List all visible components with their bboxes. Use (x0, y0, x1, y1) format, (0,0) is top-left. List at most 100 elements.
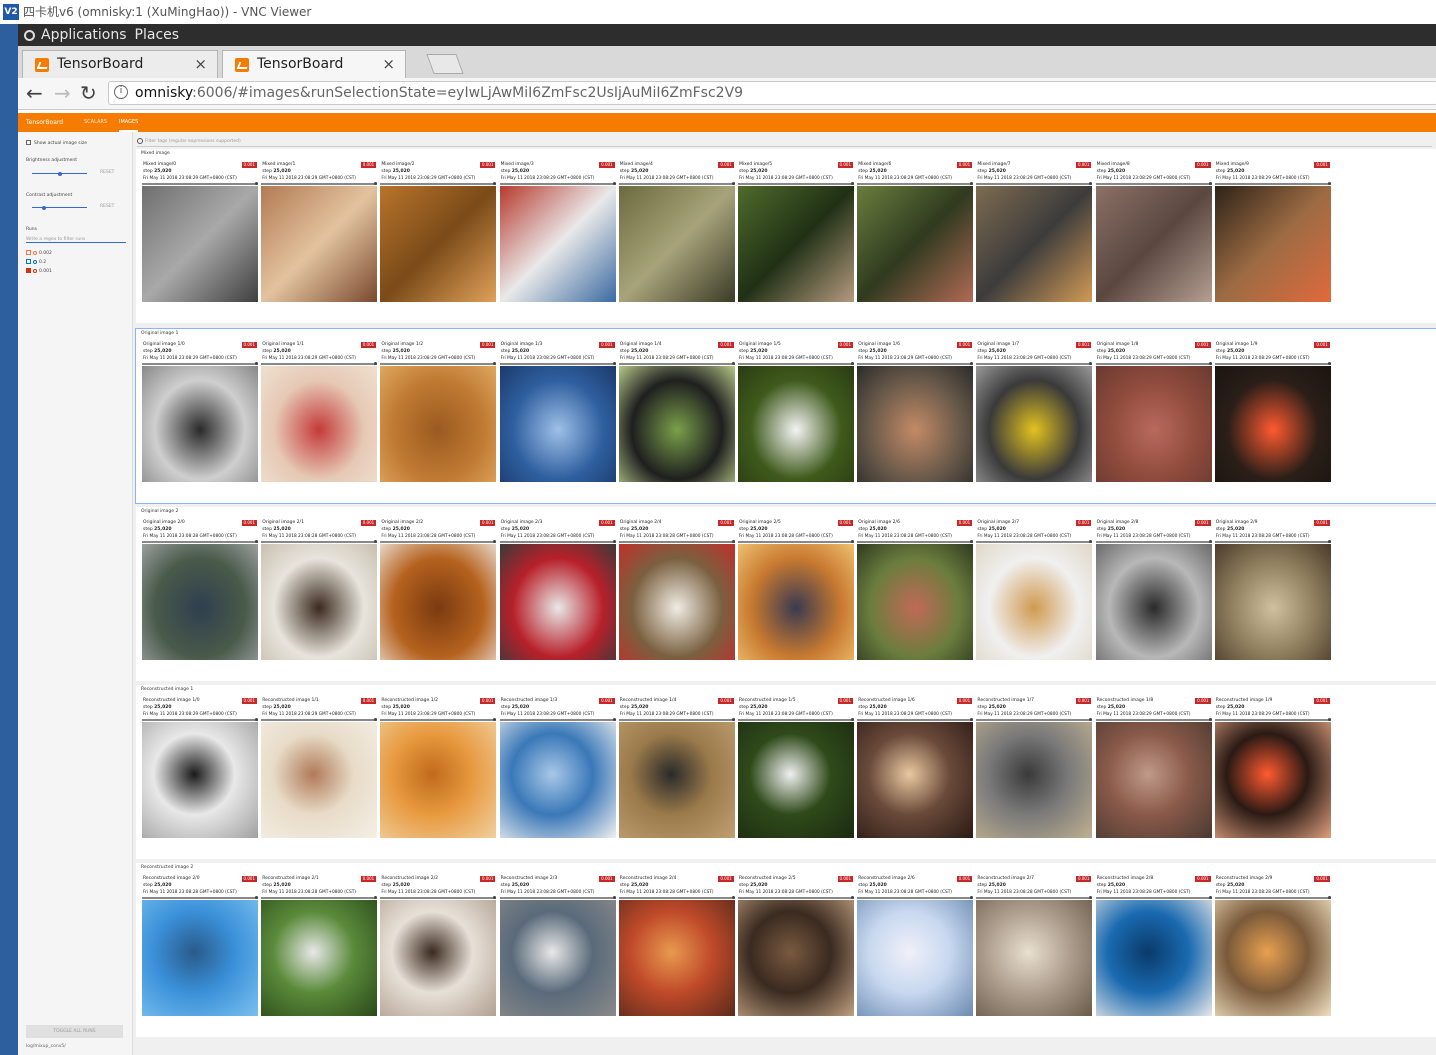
image-thumbnail[interactable] (857, 366, 974, 482)
image-thumbnail[interactable] (499, 366, 616, 482)
step-slider[interactable] (618, 718, 735, 721)
image-thumbnail[interactable] (738, 544, 854, 660)
image-thumbnail[interactable] (738, 366, 854, 482)
image-thumbnail[interactable] (1214, 722, 1331, 838)
image-thumbnail[interactable] (857, 722, 974, 838)
image-thumbnail[interactable] (261, 900, 378, 1016)
step-slider[interactable] (380, 182, 497, 185)
contrast-slider-knob[interactable] (42, 205, 46, 210)
contrast-reset-button[interactable]: RESET (100, 204, 114, 209)
step-slider[interactable] (618, 362, 735, 365)
step-slider[interactable] (976, 182, 1093, 185)
info-icon[interactable]: i (114, 85, 128, 99)
image-thumbnail[interactable] (1095, 900, 1212, 1016)
step-slider[interactable] (261, 540, 378, 543)
image-thumbnail[interactable] (499, 900, 616, 1016)
contrast-slider[interactable] (32, 205, 87, 210)
show-actual-size-checkbox[interactable]: Show actual image size (26, 140, 87, 146)
run-item-0.2[interactable]: 0.2 (26, 259, 46, 265)
image-thumbnail[interactable] (499, 722, 616, 838)
step-slider[interactable] (499, 362, 616, 365)
image-thumbnail[interactable] (380, 544, 497, 660)
step-slider[interactable] (261, 718, 378, 721)
step-slider[interactable] (976, 896, 1093, 899)
reload-icon[interactable]: ↻ (80, 81, 97, 105)
image-thumbnail[interactable] (738, 186, 854, 302)
step-slider[interactable] (857, 362, 974, 365)
step-slider[interactable] (857, 182, 974, 185)
image-thumbnail[interactable] (142, 722, 258, 838)
step-slider[interactable] (142, 540, 258, 543)
step-slider[interactable] (857, 540, 974, 543)
new-tab-button[interactable] (426, 54, 464, 74)
step-slider[interactable] (380, 896, 497, 899)
image-thumbnail[interactable] (142, 366, 258, 482)
step-slider[interactable] (976, 362, 1093, 365)
image-thumbnail[interactable] (380, 900, 497, 1016)
step-slider[interactable] (1095, 182, 1212, 185)
step-slider[interactable] (142, 896, 258, 899)
image-thumbnail[interactable] (618, 722, 735, 838)
browser-tab-2[interactable]: TensorBoard × (222, 50, 406, 78)
image-thumbnail[interactable] (1214, 366, 1331, 482)
step-slider[interactable] (380, 540, 497, 543)
step-slider[interactable] (499, 896, 616, 899)
step-slider[interactable] (1095, 540, 1212, 543)
image-thumbnail[interactable] (261, 722, 378, 838)
image-thumbnail[interactable] (499, 186, 616, 302)
image-thumbnail[interactable] (142, 186, 258, 302)
image-thumbnail[interactable] (261, 544, 378, 660)
run-checkbox[interactable] (26, 250, 31, 255)
step-slider[interactable] (1095, 718, 1212, 721)
brightness-reset-button[interactable]: RESET (100, 170, 114, 175)
address-bar[interactable]: i omnisky:6006/#images&runSelectionState… (108, 81, 1436, 105)
step-slider[interactable] (1095, 362, 1212, 365)
step-slider[interactable] (738, 182, 854, 185)
image-thumbnail[interactable] (738, 722, 854, 838)
close-tab-icon[interactable]: × (382, 51, 395, 77)
image-thumbnail[interactable] (1214, 186, 1331, 302)
step-slider[interactable] (1214, 896, 1331, 899)
toggle-all-runs-button[interactable]: TOGGLE ALL RUNS (26, 1025, 123, 1038)
image-thumbnail[interactable] (1095, 544, 1212, 660)
image-thumbnail[interactable] (738, 900, 854, 1016)
image-thumbnail[interactable] (142, 900, 258, 1016)
step-slider[interactable] (380, 718, 497, 721)
run-checkbox[interactable] (26, 259, 31, 264)
step-slider[interactable] (738, 362, 854, 365)
step-slider[interactable] (499, 718, 616, 721)
image-thumbnail[interactable] (1095, 366, 1212, 482)
image-thumbnail[interactable] (142, 544, 258, 660)
brightness-slider-knob[interactable] (58, 171, 62, 176)
image-thumbnail[interactable] (1214, 544, 1331, 660)
close-tab-icon[interactable]: × (194, 51, 207, 77)
step-slider[interactable] (738, 540, 854, 543)
step-slider[interactable] (261, 362, 378, 365)
step-slider[interactable] (261, 182, 378, 185)
image-thumbnail[interactable] (618, 186, 735, 302)
image-thumbnail[interactable] (976, 366, 1093, 482)
image-thumbnail[interactable] (380, 366, 497, 482)
activities-icon[interactable] (24, 30, 35, 41)
back-icon[interactable]: ← (26, 81, 43, 105)
runs-filter-input[interactable]: Write a regex to filter runs (26, 237, 126, 243)
step-slider[interactable] (380, 362, 497, 365)
checkbox-box[interactable] (26, 140, 31, 145)
step-slider[interactable] (499, 540, 616, 543)
image-thumbnail[interactable] (1214, 900, 1331, 1016)
image-thumbnail[interactable] (618, 900, 735, 1016)
image-thumbnail[interactable] (380, 722, 497, 838)
image-thumbnail[interactable] (857, 544, 974, 660)
step-slider[interactable] (261, 896, 378, 899)
image-thumbnail[interactable] (1095, 722, 1212, 838)
forward-icon[interactable]: → (54, 81, 71, 105)
image-thumbnail[interactable] (261, 186, 378, 302)
step-slider[interactable] (738, 896, 854, 899)
step-slider[interactable] (1095, 896, 1212, 899)
image-thumbnail[interactable] (261, 366, 378, 482)
image-thumbnail[interactable] (380, 186, 497, 302)
step-slider[interactable] (618, 182, 735, 185)
run-item-0.002[interactable]: 0.002 (26, 250, 52, 256)
image-thumbnail[interactable] (976, 186, 1093, 302)
places-menu[interactable]: Places (135, 27, 180, 43)
